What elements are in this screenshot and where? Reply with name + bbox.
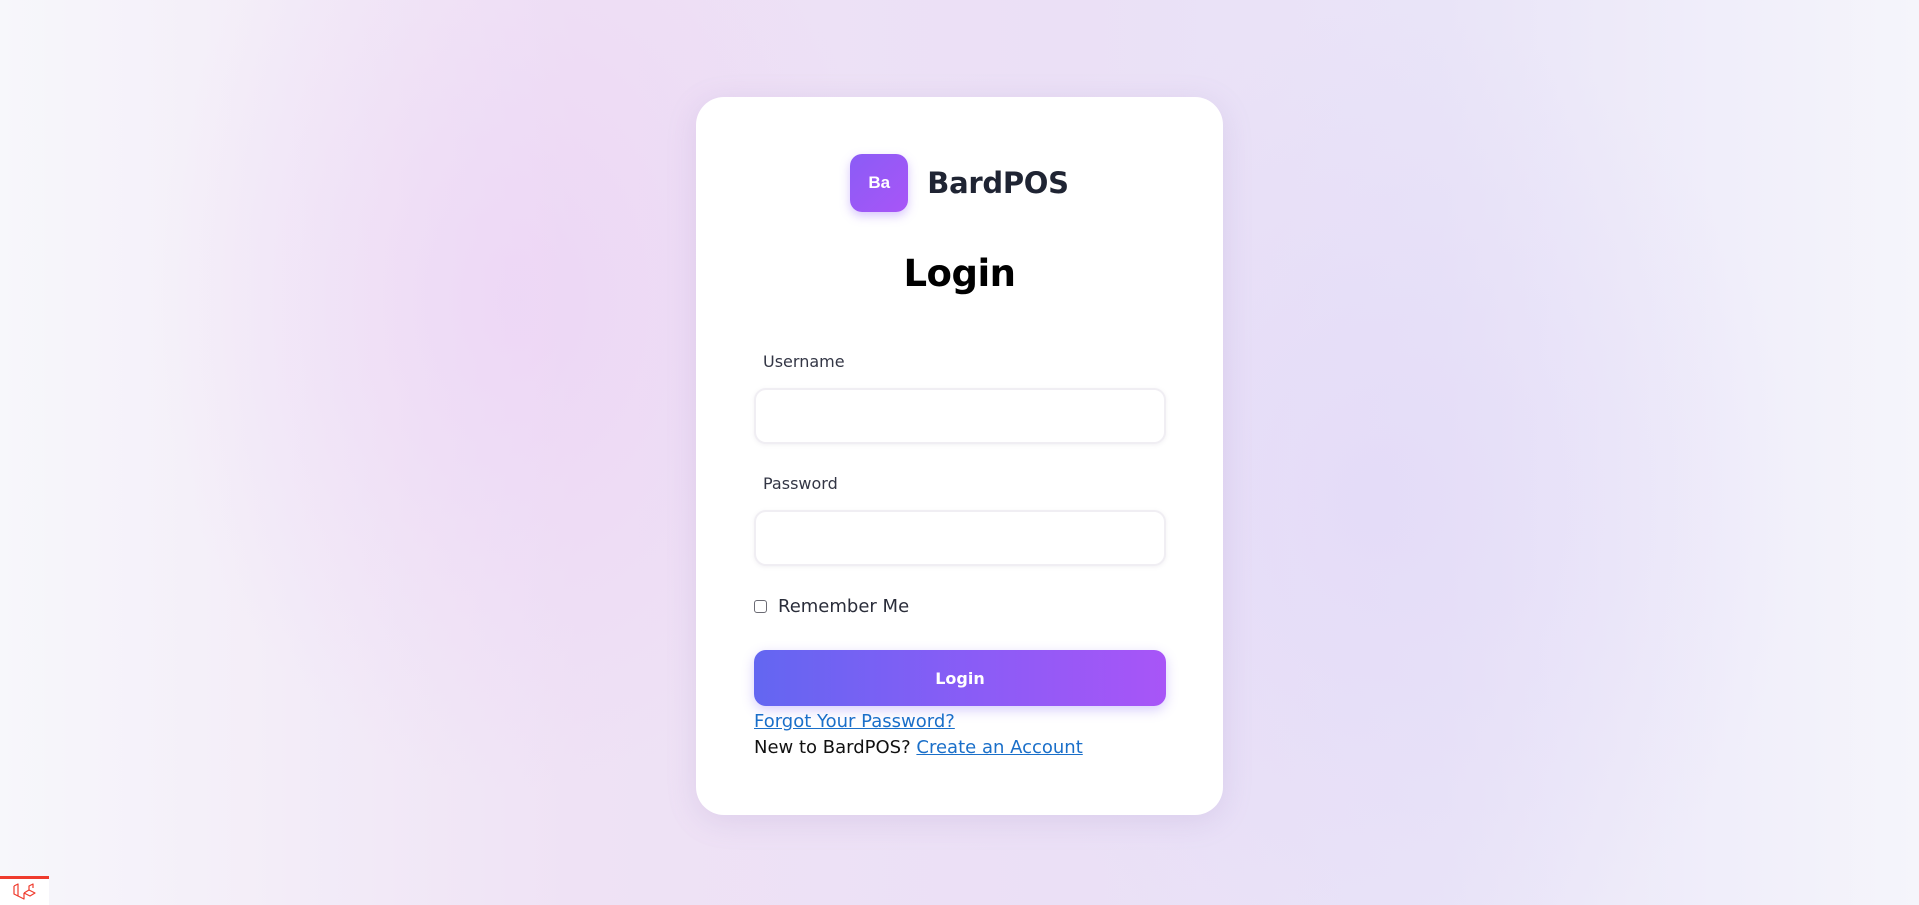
login-button[interactable]: Login	[754, 650, 1166, 706]
signup-row: New to BardPOS? Create an Account	[754, 735, 1083, 761]
username-input[interactable]	[754, 388, 1166, 444]
remember-me-label[interactable]: Remember Me	[778, 596, 909, 617]
password-input[interactable]	[754, 510, 1166, 566]
remember-me-checkbox[interactable]	[754, 600, 767, 613]
brand-logo-icon: Ba	[850, 154, 909, 212]
brand-header: Ba BardPOS	[696, 154, 1223, 212]
auth-links: Forgot Your Password? New to BardPOS? Cr…	[754, 709, 1083, 761]
create-account-link[interactable]: Create an Account	[916, 737, 1082, 758]
signup-prompt: New to BardPOS?	[754, 737, 911, 758]
password-label: Password	[763, 474, 838, 493]
page-title: Login	[903, 252, 1016, 295]
login-card: Ba BardPOS Login Username Password Remem…	[696, 97, 1223, 815]
brand-name: BardPOS	[927, 166, 1069, 200]
forgot-password-link[interactable]: Forgot Your Password?	[754, 711, 955, 732]
laravel-icon	[12, 883, 36, 900]
remember-me-row[interactable]: Remember Me	[754, 596, 909, 617]
debug-toolbar-badge[interactable]	[0, 876, 49, 905]
username-label: Username	[763, 352, 845, 371]
